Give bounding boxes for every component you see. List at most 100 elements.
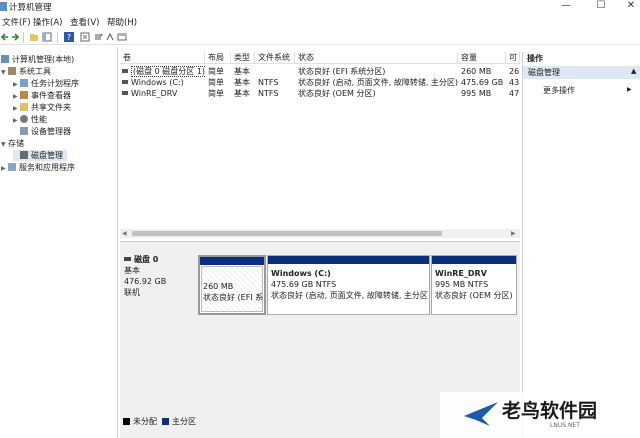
tree-item-services[interactable]: ▶ 服务和应用程序 bbox=[1, 162, 75, 173]
volume-cell: Windows (C:) bbox=[122, 77, 205, 88]
tree-label: 磁盘管理 bbox=[31, 151, 63, 160]
disk-size: 476.92 GB bbox=[124, 277, 167, 286]
volume-list: 卷 布局 类型 文件系统 状态 容量 可 (磁盘 0 磁盘分区 1) 简单 基本… bbox=[120, 52, 520, 240]
scroll-left-icon[interactable]: ◀ bbox=[122, 230, 127, 237]
tree-item-event-viewer[interactable]: ▶ 事件查看器 bbox=[13, 90, 71, 101]
disk-type: 基本 bbox=[124, 266, 140, 275]
partition-band bbox=[432, 256, 516, 264]
disk-icon bbox=[20, 151, 28, 159]
menu-action[interactable]: 操作(A) bbox=[33, 16, 62, 28]
tree-label: 任务计划程序 bbox=[31, 79, 79, 88]
chevron-right-icon[interactable]: ▶ bbox=[13, 115, 20, 126]
volume-name: (磁盘 0 磁盘分区 1) bbox=[131, 66, 205, 77]
computer-icon bbox=[1, 55, 9, 63]
partition-windows[interactable]: Windows (C:) 475.69 GB NTFS 状态良好 (启动, 页面… bbox=[267, 255, 430, 315]
performance-icon bbox=[20, 115, 28, 123]
help-icon[interactable]: ? bbox=[64, 32, 74, 42]
column-header-layout[interactable]: 布局 bbox=[205, 52, 231, 64]
column-header-capacity[interactable]: 容量 bbox=[458, 52, 506, 64]
horizontal-scrollbar[interactable]: ◀ ▶ bbox=[120, 229, 520, 238]
column-header-status[interactable]: 状态 bbox=[295, 52, 458, 64]
chevron-right-icon[interactable]: ▶ bbox=[13, 79, 20, 90]
column-header-type[interactable]: 类型 bbox=[231, 52, 255, 64]
tree-item-storage[interactable]: ▼ 存储 bbox=[1, 138, 24, 149]
tree-item-device-manager[interactable]: 设备管理器 bbox=[20, 126, 71, 137]
maximize-button[interactable]: ☐ bbox=[590, 0, 612, 12]
partition-status: 状态良好 (启动, 页面文件, 故障转储, 主分区 bbox=[271, 291, 428, 300]
tree-item-system-tools[interactable]: ▼ 系统工具 bbox=[1, 66, 51, 77]
filesystem-cell: NTFS bbox=[258, 89, 279, 98]
status-cell: 状态良好 (OEM 分区) bbox=[298, 89, 376, 98]
tree-label: 存储 bbox=[8, 139, 24, 148]
watermark-brand: 老鸟软件园 bbox=[502, 400, 598, 422]
table-row[interactable]: (磁盘 0 磁盘分区 1) 简单 基本 状态良好 (EFI 系统分区) 260 … bbox=[120, 66, 520, 77]
up-folder-icon[interactable] bbox=[29, 32, 39, 42]
navigation-tree: 计算机管理(本地) ▼ 系统工具 ▶ 任务计划程序 ▶ 事件查看器 ▶ 共享文件夹 ▶ 性… bbox=[0, 47, 118, 438]
volume-icon bbox=[122, 91, 128, 95]
show-tree-icon[interactable] bbox=[42, 32, 52, 42]
collapse-icon[interactable]: ▲ bbox=[631, 67, 636, 75]
chevron-right-icon[interactable]: ▶ bbox=[1, 163, 8, 174]
actions-section[interactable]: 磁盘管理 ▲ bbox=[523, 66, 640, 79]
format-icon[interactable] bbox=[105, 32, 115, 42]
volume-cell: WinRE_DRV bbox=[122, 88, 205, 99]
view-icon[interactable] bbox=[117, 32, 127, 42]
minimize-button[interactable]: — bbox=[555, 0, 577, 12]
partition-band bbox=[200, 257, 264, 265]
partition-efi[interactable]: 260 MB 状态良好 (EFI 系 bbox=[198, 255, 266, 315]
partition-status: 状态良好 (EFI 系 bbox=[203, 293, 263, 302]
more-actions-link[interactable]: 更多操作 bbox=[543, 85, 575, 96]
chevron-right-icon[interactable]: ▶ bbox=[13, 91, 20, 102]
free-cell: 47 bbox=[509, 89, 520, 98]
column-header-volume[interactable]: 卷 bbox=[120, 52, 205, 64]
tree-label: 事件查看器 bbox=[31, 91, 71, 100]
menu-view[interactable]: 查看(V) bbox=[70, 16, 99, 28]
partition-title: WinRE_DRV bbox=[435, 269, 487, 278]
svg-text:?: ? bbox=[67, 33, 71, 42]
export-icon[interactable] bbox=[93, 32, 103, 42]
volume-icon bbox=[122, 69, 128, 73]
tools-icon bbox=[8, 67, 16, 75]
tree-item-task-scheduler[interactable]: ▶ 任务计划程序 bbox=[13, 78, 79, 89]
volume-name: WinRE_DRV bbox=[131, 89, 178, 98]
watermark-url: LNUS.NET bbox=[550, 422, 580, 429]
partition-title: Windows (C:) bbox=[271, 269, 331, 278]
layout-cell: 简单 bbox=[208, 78, 224, 87]
disk-status: 联机 bbox=[124, 288, 140, 297]
legend: 未分配 主分区 bbox=[120, 416, 440, 430]
capacity-cell: 475.69 GB bbox=[461, 78, 504, 87]
chevron-down-icon[interactable]: ▼ bbox=[1, 139, 8, 150]
free-cell: 43 bbox=[509, 78, 520, 87]
disk-name: 磁盘 0 bbox=[124, 254, 158, 265]
tree-label: 服务和应用程序 bbox=[19, 163, 75, 172]
tree-item-root[interactable]: 计算机管理(本地) bbox=[1, 54, 74, 65]
event-log-icon bbox=[20, 91, 28, 99]
tree-item-disk-management[interactable]: 磁盘管理 bbox=[13, 150, 67, 161]
toolbar: ? bbox=[0, 30, 640, 45]
tree-item-performance[interactable]: ▶ 性能 bbox=[13, 114, 47, 125]
actions-title: 操作 bbox=[527, 54, 543, 63]
forward-icon[interactable] bbox=[10, 32, 20, 42]
disk-info-panel[interactable]: 磁盘 0 基本 476.92 GB 联机 bbox=[120, 251, 197, 313]
close-button[interactable]: ✕ bbox=[620, 0, 640, 12]
tree-item-shared-folders[interactable]: ▶ 共享文件夹 bbox=[13, 102, 71, 113]
partition-size: 995 MB NTFS bbox=[435, 280, 489, 289]
chevron-down-icon[interactable]: ▼ bbox=[1, 67, 8, 78]
partition-winre[interactable]: WinRE_DRV 995 MB NTFS 状态良好 (OEM 分区) bbox=[431, 255, 517, 315]
column-header-filesystem[interactable]: 文件系统 bbox=[255, 52, 295, 64]
tree-label: 系统工具 bbox=[19, 67, 51, 76]
menu-file[interactable]: 文件(F) bbox=[2, 16, 31, 28]
scroll-right-icon[interactable]: ▶ bbox=[511, 230, 516, 237]
properties-icon[interactable] bbox=[80, 32, 90, 42]
chevron-right-icon[interactable]: ▶ bbox=[627, 86, 632, 93]
bird-logo-icon bbox=[464, 402, 498, 426]
actions-pane: 操作 磁盘管理 ▲ 更多操作 ▶ bbox=[522, 52, 640, 438]
volume-icon bbox=[122, 80, 128, 84]
scrollbar-thumb[interactable] bbox=[132, 231, 442, 236]
back-icon[interactable] bbox=[0, 32, 10, 42]
column-header-free[interactable]: 可 bbox=[506, 52, 520, 64]
menu-help[interactable]: 帮助(H) bbox=[107, 16, 137, 28]
table-row[interactable]: Windows (C:) 简单 基本 NTFS 状态良好 (启动, 页面文件, … bbox=[120, 77, 520, 88]
chevron-right-icon[interactable]: ▶ bbox=[13, 103, 20, 114]
table-row[interactable]: WinRE_DRV 简单 基本 NTFS 状态良好 (OEM 分区) 995 M… bbox=[120, 88, 520, 99]
